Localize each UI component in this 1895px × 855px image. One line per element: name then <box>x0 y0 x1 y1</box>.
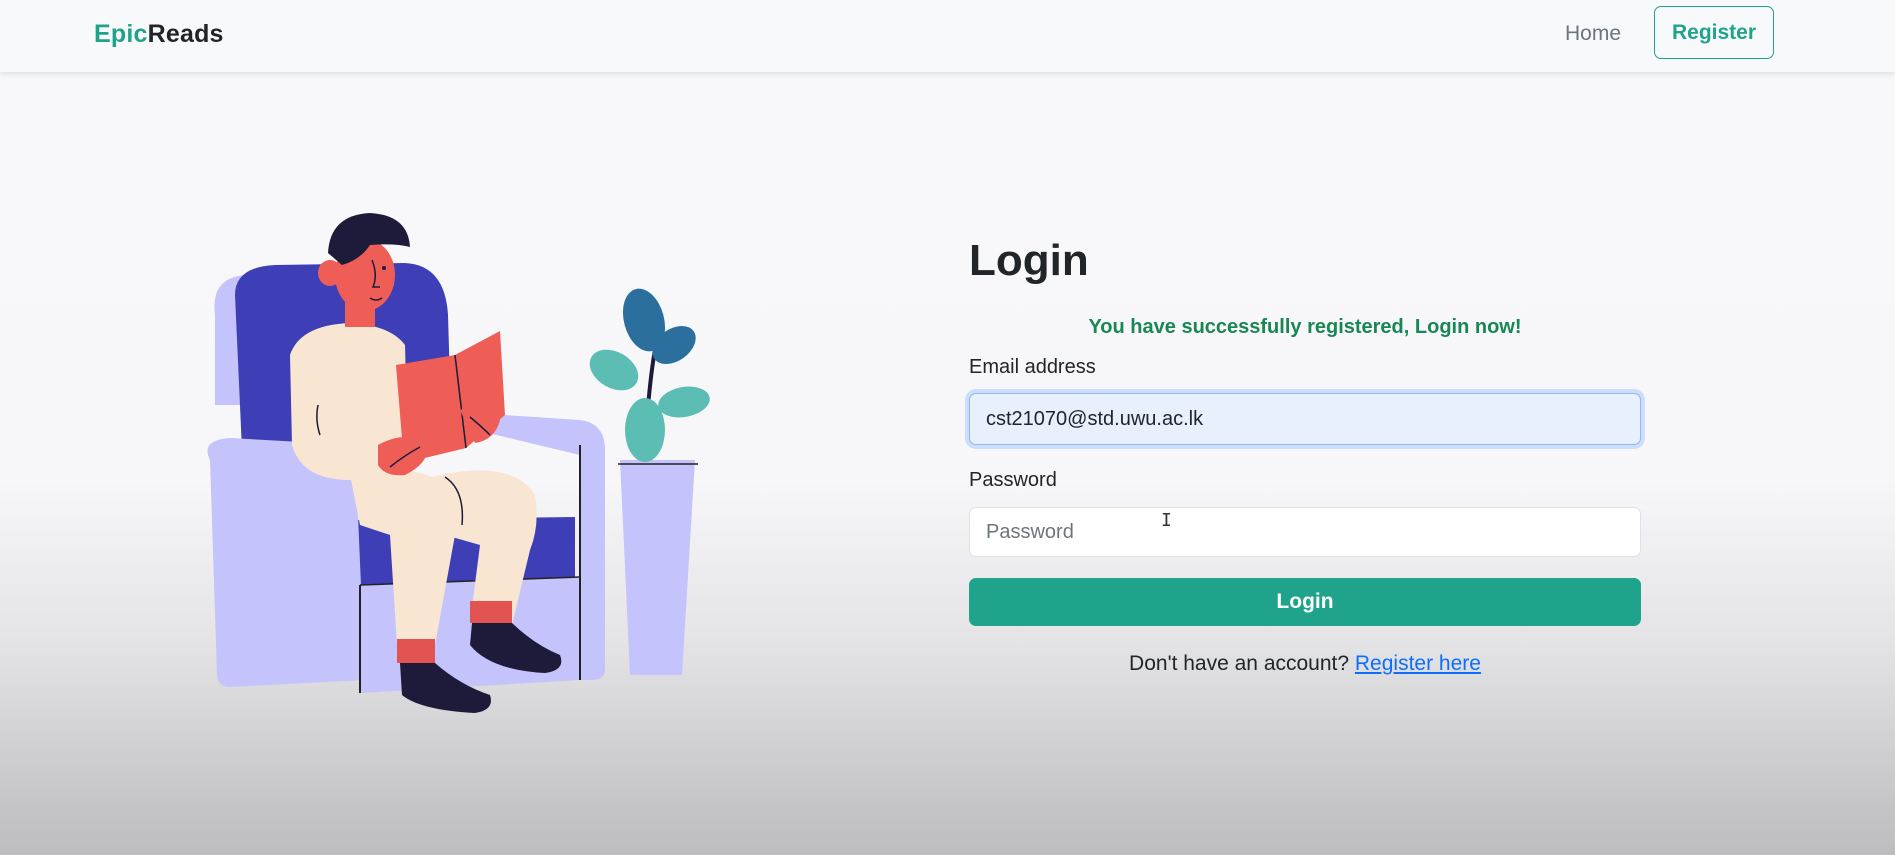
navbar: EpicReads Home Register <box>0 0 1895 72</box>
sock <box>397 639 435 663</box>
leaf <box>589 349 639 391</box>
page-title: Login <box>969 236 1089 285</box>
brand-logo[interactable]: EpicReads <box>94 20 224 49</box>
leaf <box>658 386 710 418</box>
password-label: Password <box>969 469 1057 491</box>
chair-front <box>360 577 580 693</box>
register-prompt: Don't have an account? <box>1129 652 1350 675</box>
email-input[interactable] <box>969 393 1641 445</box>
nav-register-button[interactable]: Register <box>1654 6 1774 59</box>
plant-pot <box>620 460 695 675</box>
brand-part-reads: Reads <box>147 20 224 48</box>
email-label: Email address <box>969 356 1096 378</box>
success-message: You have successfully registered, Login … <box>1088 316 1522 338</box>
nav-home-link[interactable]: Home <box>1565 22 1621 46</box>
person-hand <box>378 436 429 476</box>
person-reading-in-armchair-illustration <box>207 213 710 713</box>
sock <box>470 601 512 623</box>
password-input[interactable] <box>969 507 1641 557</box>
login-submit-button[interactable]: Login <box>969 578 1641 626</box>
brand-part-epic: Epic <box>94 20 148 48</box>
register-prompt-line: Don't have an account? Register here <box>969 652 1641 676</box>
register-here-link[interactable]: Register here <box>1355 652 1481 675</box>
text-cursor-icon: I <box>1161 510 1172 531</box>
